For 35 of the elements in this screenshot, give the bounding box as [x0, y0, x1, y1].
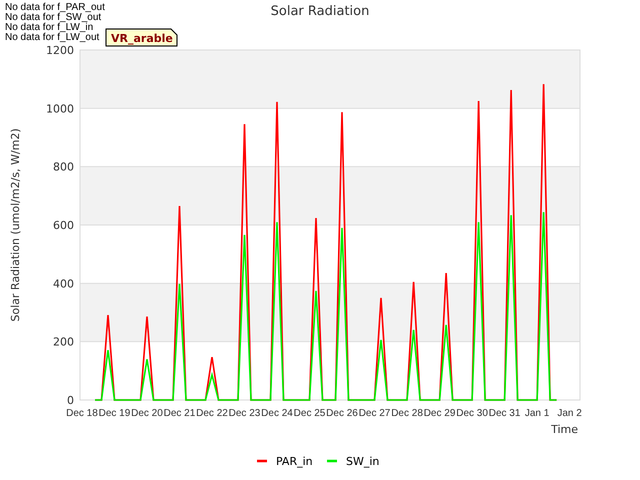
x-tick-label: Jan 1: [524, 408, 550, 419]
x-tick-label: Dec 22: [196, 408, 228, 419]
y-tick-label: 1200: [46, 44, 74, 57]
no-data-message: No data for f_SW_out: [5, 12, 102, 23]
legend-item: SW_in: [327, 455, 380, 468]
x-tick-label: Dec 28: [391, 408, 423, 419]
x-tick-label: Dec 20: [131, 408, 163, 419]
x-tick-label: Dec 27: [358, 408, 390, 419]
tooltip: VR_arable: [106, 28, 178, 46]
y-tick-label: 600: [53, 219, 74, 232]
y-tick-label: 400: [53, 277, 74, 290]
no-data-message: No data for f_PAR_out: [5, 2, 105, 13]
x-tick-label: Dec 24: [261, 408, 293, 419]
x-tick-label: Jan 2: [557, 408, 582, 419]
x-tick-label: Dec 26: [326, 408, 358, 419]
x-tick-label: Dec 31: [488, 408, 520, 419]
no-data-message: No data for f_LW_out: [5, 32, 100, 43]
y-axis-label: Solar Radiation (umol/m2/s, W/m2): [9, 128, 22, 322]
y-tick-label: 1000: [46, 102, 74, 116]
x-tick-label: Dec 21: [164, 408, 196, 419]
x-tick-label: Dec 19: [98, 408, 130, 419]
x-tick-label: Dec 25: [294, 408, 326, 419]
chart-title: Solar Radiation: [270, 4, 370, 19]
x-tick-label: Dec 30: [456, 408, 488, 419]
x-axis-label: Time: [551, 423, 578, 436]
y-tick-label: 200: [53, 336, 74, 349]
x-tick-label: Dec 23: [228, 408, 260, 419]
y-tick-label: 800: [53, 160, 74, 174]
legend-item: PAR_in: [257, 455, 313, 468]
no-data-message: No data for f_LW_in: [5, 22, 94, 33]
legend-label: SW_in: [346, 455, 380, 468]
x-tick-label: Dec 29: [424, 408, 456, 419]
x-tick-label: Dec 18: [66, 408, 98, 419]
y-tick-label: 0: [67, 394, 74, 407]
legend-label: PAR_in: [276, 455, 313, 468]
